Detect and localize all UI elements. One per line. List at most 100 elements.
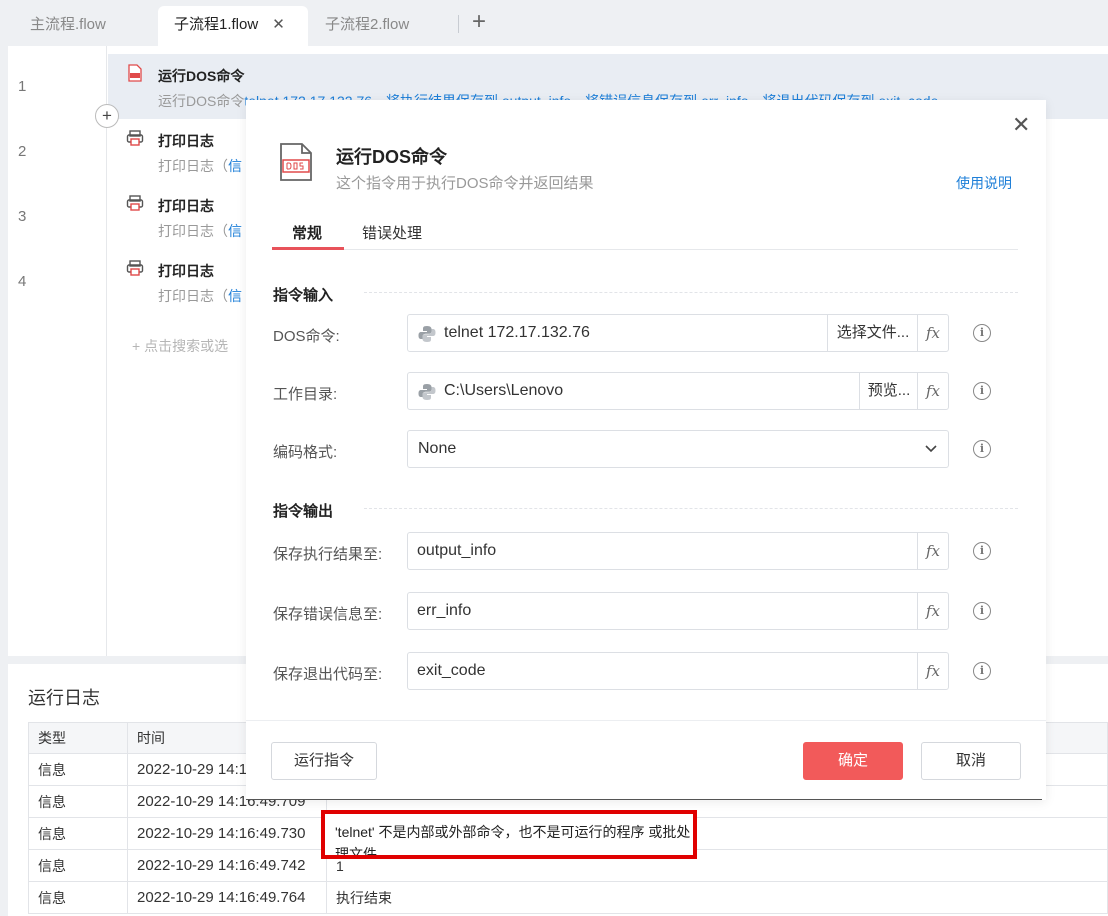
- save-output-label: 保存执行结果至:: [273, 546, 383, 563]
- tab-main-flow[interactable]: 主流程.flow: [14, 6, 122, 46]
- desc-value: 信: [228, 223, 242, 239]
- work-dir-value: C:\Users\Lenovo: [444, 382, 564, 399]
- save-exit-value: exit_code: [417, 662, 486, 679]
- step-title: 打印日志: [158, 198, 214, 214]
- encoding-value: None: [418, 440, 457, 457]
- save-error-label: 保存错误信息至:: [273, 606, 383, 623]
- log-time: 2022-10-29 14:16:49.764: [127, 881, 327, 914]
- fx-icon[interactable]: fx: [917, 315, 948, 351]
- log-type: 信息: [28, 817, 128, 850]
- log-time: 2022-10-29 14:16:49.730: [127, 817, 327, 850]
- work-dir-field[interactable]: C:\Users\Lenovo 预览... fx: [407, 372, 949, 410]
- fx-icon[interactable]: fx: [917, 653, 948, 689]
- close-icon[interactable]: ✕: [272, 16, 285, 33]
- save-output-value: output_info: [417, 542, 497, 559]
- encoding-label: 编码格式:: [273, 444, 338, 461]
- python-icon: [418, 384, 436, 400]
- table-row[interactable]: 信息 2022-10-29 14:16:49.764 执行结束: [28, 881, 1108, 914]
- printer-icon: [126, 130, 144, 146]
- run-dos-command-dialog: ✕ 运行DOS命令 这个指令用于执行DOS命令并返回结果 使用说明 常规 错误处…: [246, 100, 1046, 800]
- printer-icon: [126, 195, 144, 211]
- tab-error-handling[interactable]: 错误处理: [362, 222, 422, 243]
- line-number: 4: [18, 273, 27, 290]
- log-time: 2022-10-29 14:16:49.742: [127, 849, 327, 882]
- tab-general[interactable]: 常规: [292, 222, 322, 243]
- tab-bar: 主流程.flow 子流程1.flow ✕ 子流程2.flow +: [0, 0, 1108, 46]
- save-error-value: err_info: [417, 602, 472, 619]
- cancel-button[interactable]: 取消: [921, 742, 1021, 780]
- python-icon: [418, 326, 436, 342]
- confirm-button[interactable]: 确定: [803, 742, 903, 780]
- line-number: 2: [18, 143, 27, 160]
- line-gutter: 1 2 3 4: [8, 46, 107, 656]
- dos-command-value: telnet 172.17.132.76: [444, 324, 590, 341]
- browse-button[interactable]: 预览...: [859, 373, 918, 409]
- step-description: 打印日志（信: [158, 221, 242, 241]
- column-header-type: 类型: [28, 722, 128, 754]
- tab-divider: [458, 15, 459, 33]
- highlighted-error-message: 'telnet' 不是内部或外部命令，也不是可运行的程序 或批处理文件。: [321, 810, 697, 859]
- choose-file-button[interactable]: 选择文件...: [827, 315, 918, 351]
- insert-step-button[interactable]: +: [95, 104, 119, 128]
- line-number: 1: [18, 78, 27, 95]
- dos-file-icon: [280, 143, 312, 181]
- error-message-text: 'telnet' 不是内部或外部命令，也不是可运行的程序 或批处理文件。: [335, 824, 691, 859]
- dialog-title: 运行DOS命令: [336, 147, 448, 167]
- desc-prefix: 打印日志（: [158, 158, 228, 174]
- step-description: 打印日志（信: [158, 156, 242, 176]
- section-input: 指令输入: [273, 287, 334, 304]
- dialog-footer: [246, 720, 1046, 721]
- dos-command-field[interactable]: telnet 172.17.132.76 选择文件... fx: [407, 314, 949, 352]
- log-type: 信息: [28, 881, 128, 914]
- dialog-subtitle: 这个指令用于执行DOS命令并返回结果: [336, 175, 594, 192]
- info-icon[interactable]: i: [973, 324, 991, 342]
- dos-file-icon: [128, 64, 142, 82]
- active-tab-indicator: [272, 247, 344, 250]
- run-command-button[interactable]: 运行指令: [271, 742, 377, 780]
- step-title: 打印日志: [158, 133, 214, 149]
- log-type: 信息: [28, 753, 128, 786]
- printer-icon: [126, 260, 144, 276]
- chevron-down-icon: [925, 445, 937, 453]
- tab-label: 子流程2.flow: [325, 16, 410, 33]
- line-number: 3: [18, 208, 27, 225]
- desc-prefix: 打印日志（: [158, 288, 228, 304]
- log-type: 信息: [28, 785, 128, 818]
- fx-icon[interactable]: fx: [917, 593, 948, 629]
- search-add-hint[interactable]: + 点击搜索或选: [132, 336, 228, 356]
- divider: [246, 799, 1042, 800]
- tab-label: 主流程.flow: [30, 16, 106, 33]
- fx-icon[interactable]: fx: [917, 373, 948, 409]
- section-output: 指令输出: [273, 503, 334, 520]
- desc-prefix: 运行DOS命令: [158, 93, 245, 109]
- info-icon[interactable]: i: [973, 440, 991, 458]
- desc-value: 信: [228, 158, 242, 174]
- info-icon[interactable]: i: [973, 662, 991, 680]
- desc-prefix: 打印日志（: [158, 223, 228, 239]
- desc-value: 信: [228, 288, 242, 304]
- log-title: 运行日志: [28, 688, 100, 708]
- fx-icon[interactable]: fx: [917, 533, 948, 569]
- info-icon[interactable]: i: [973, 542, 991, 560]
- log-type: 信息: [28, 849, 128, 882]
- encoding-select[interactable]: None: [407, 430, 949, 468]
- step-description: 打印日志（信: [158, 286, 242, 306]
- info-icon[interactable]: i: [973, 382, 991, 400]
- log-message: 执行结束: [326, 881, 1108, 914]
- save-exit-field[interactable]: exit_code fx: [407, 652, 949, 690]
- tab-label: 子流程1.flow: [174, 16, 259, 33]
- save-exit-label: 保存退出代码至:: [273, 666, 383, 683]
- tab-subflow-2[interactable]: 子流程2.flow: [309, 6, 425, 46]
- divider: [364, 508, 1018, 509]
- step-title: 打印日志: [158, 263, 214, 279]
- save-output-field[interactable]: output_info fx: [407, 532, 949, 570]
- add-tab-button[interactable]: +: [468, 8, 490, 36]
- dos-command-label: DOS命令:: [273, 328, 340, 345]
- dialog-tabs: 常规 错误处理: [272, 212, 1018, 250]
- info-icon[interactable]: i: [973, 602, 991, 620]
- tab-subflow-1[interactable]: 子流程1.flow ✕: [158, 6, 308, 46]
- divider: [364, 292, 1018, 293]
- close-icon[interactable]: ✕: [1012, 112, 1030, 138]
- help-link[interactable]: 使用说明: [956, 173, 1012, 193]
- save-error-field[interactable]: err_info fx: [407, 592, 949, 630]
